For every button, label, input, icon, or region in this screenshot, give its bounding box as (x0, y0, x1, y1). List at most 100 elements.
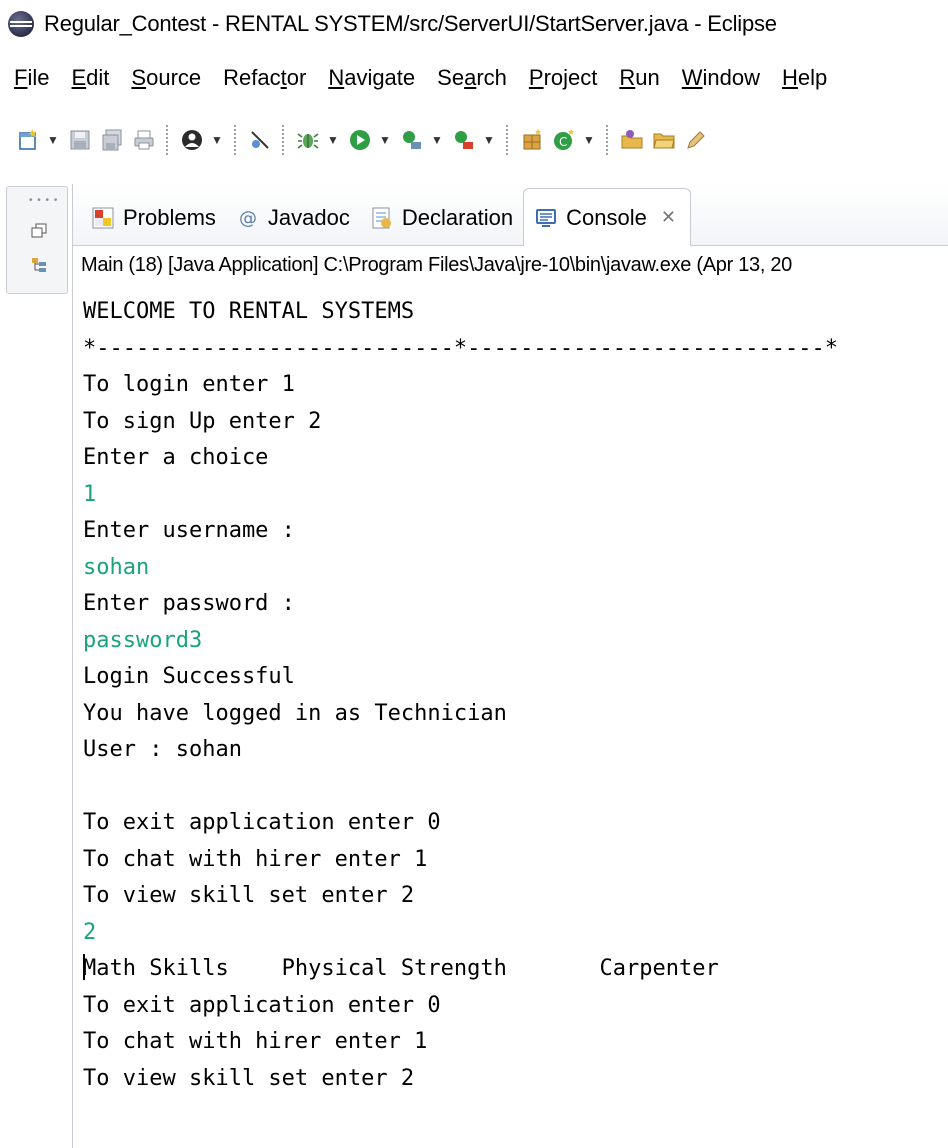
console-output-line: To chat with hirer enter 1 (83, 1024, 943, 1061)
console-input-line: sohan (83, 550, 943, 587)
console-line-text: To exit application enter 0 (83, 992, 441, 1018)
console-line-text: To sign Up enter 2 (83, 408, 322, 434)
run-external-dropdown-icon[interactable]: ▼ (430, 126, 444, 154)
console-output-line: To exit application enter 0 (83, 988, 943, 1025)
eclipse-logo-icon (8, 11, 34, 37)
drag-handle-icon[interactable]: • • • • (29, 195, 58, 206)
console-line-text: To exit application enter 0 (83, 810, 441, 835)
menu-label-part: or (286, 65, 307, 90)
toolbar: ▼ ▼ ▼ ▼ ▼ ▼ C ▼ (0, 118, 948, 162)
save-all-icon[interactable] (98, 126, 126, 154)
console-output-line: Login Successful (83, 659, 943, 696)
tab-label: Javadoc (267, 205, 350, 230)
run-dropdown-icon[interactable]: ▼ (378, 126, 392, 154)
console-output-line: To chat with hirer enter 1 (83, 842, 943, 879)
run-icon[interactable] (346, 126, 374, 154)
debug-target-icon[interactable] (178, 126, 206, 154)
svg-text:@: @ (239, 208, 257, 229)
console-output-line: To view skill set enter 2 (83, 1061, 943, 1098)
window-title: Regular_Contest - RENTAL SYSTEM/src/Serv… (44, 11, 777, 36)
tab-label: Console (566, 204, 647, 230)
console-output-line: To sign Up enter 2 (83, 404, 943, 441)
debug-bug-icon[interactable] (294, 126, 322, 154)
menu-run[interactable]: Run (619, 65, 659, 91)
toolbar-separator (506, 125, 512, 155)
menu-mnemonic: P (528, 65, 544, 90)
console-output-line: Enter password : (83, 586, 943, 623)
console-line-text: To view skill set enter 2 (83, 883, 415, 908)
new-class-dropdown-icon[interactable]: ▼ (582, 126, 596, 154)
console-line-text: sohan (83, 554, 150, 580)
menu-label-part: ource (146, 65, 202, 90)
tab-declaration[interactable]: Declaration (360, 191, 523, 245)
menu-source[interactable]: Source (131, 65, 201, 91)
package-explorer-icon[interactable] (31, 257, 47, 273)
menu-project[interactable]: Project (529, 65, 597, 91)
print-icon[interactable] (130, 126, 158, 154)
skip-breakpoints-icon[interactable] (246, 126, 274, 154)
console-line-text: 2 (83, 919, 97, 945)
close-icon[interactable]: ✕ (661, 207, 676, 228)
menu-mnemonic: W (681, 65, 703, 90)
console-line-text: Enter username : (83, 518, 295, 543)
console-launch-description: Main (18) [Java Application] C:\Program … (81, 254, 792, 276)
restore-icon[interactable] (31, 223, 47, 239)
save-icon[interactable] (66, 126, 94, 154)
javadoc-icon: @ (236, 206, 260, 230)
menu-navigate[interactable]: Navigate (328, 65, 415, 91)
new-class-icon[interactable]: C (550, 126, 578, 154)
external-tools-dropdown-icon[interactable]: ▼ (482, 126, 496, 154)
menu-label-part: avigate (344, 65, 416, 90)
pencil-icon[interactable] (682, 126, 710, 154)
external-tools-icon[interactable] (450, 126, 478, 154)
menu-label-part: rch (476, 65, 507, 90)
new-file-icon[interactable] (14, 126, 42, 154)
menu-edit[interactable]: Edit (71, 65, 109, 91)
menu-search[interactable]: Search (437, 65, 507, 91)
menu-mnemonic: E (71, 65, 87, 90)
menu-help[interactable]: Help (782, 65, 827, 91)
debug-target-dropdown-icon[interactable]: ▼ (210, 126, 224, 154)
menu-label-part: dit (86, 65, 110, 90)
debug-dropdown-icon[interactable]: ▼ (326, 126, 340, 154)
console-input-line: 2 (83, 915, 943, 952)
menu-mnemonic: N (328, 65, 345, 90)
open-folder-icon[interactable] (650, 126, 678, 154)
toolbar-separator (606, 125, 612, 155)
menu-mnemonic: a (464, 65, 477, 90)
menu-file[interactable]: File (14, 65, 49, 91)
console-icon (534, 206, 558, 230)
tab-console[interactable]: Console ✕ (523, 188, 691, 246)
tab-javadoc[interactable]: @ Javadoc (226, 191, 360, 245)
menu-window[interactable]: Window (682, 65, 760, 91)
tab-problems[interactable]: Problems (81, 191, 226, 245)
problems-icon (91, 206, 115, 230)
menu-refactor[interactable]: Refactor (223, 65, 306, 91)
console-line-text: To login enter 1 (83, 372, 295, 397)
open-type-icon[interactable] (618, 126, 646, 154)
menu-mnemonic: R (619, 65, 636, 90)
console-line-text: *---------------------------*-----------… (83, 335, 838, 361)
toolbar-separator (282, 125, 288, 155)
new-dropdown-icon[interactable]: ▼ (46, 126, 60, 154)
console-line-text: You have logged in as Technician (83, 700, 507, 726)
console-view: Problems @ Javadoc Declaration Console ✕ Main… (72, 184, 948, 1148)
menu-label-part: indow (702, 65, 760, 90)
new-package-icon[interactable] (518, 126, 546, 154)
toolbar-separator (234, 125, 240, 155)
console-line-text: To view skill set enter 2 (83, 1065, 415, 1091)
console-line-text: To chat with hirer enter 1 (83, 1029, 428, 1054)
console-input-line: password3 (83, 623, 943, 660)
svg-text:C: C (559, 135, 567, 149)
side-trim-bar: • • • • (6, 186, 68, 294)
view-tab-strip: Problems @ Javadoc Declaration Console ✕ (73, 184, 948, 246)
console-output[interactable]: WELCOME TO RENTAL SYSTEMS *--------------… (83, 294, 943, 1097)
tab-label: Declaration (401, 205, 514, 230)
menu-label-part: elp (797, 65, 828, 90)
run-external-icon[interactable] (398, 126, 426, 154)
declaration-icon (370, 206, 394, 230)
console-line-text: Enter a choice (83, 445, 269, 470)
console-line-text: password3 (83, 627, 203, 653)
tab-label: Problems (123, 205, 216, 230)
console-input-line: 1 (83, 477, 943, 514)
